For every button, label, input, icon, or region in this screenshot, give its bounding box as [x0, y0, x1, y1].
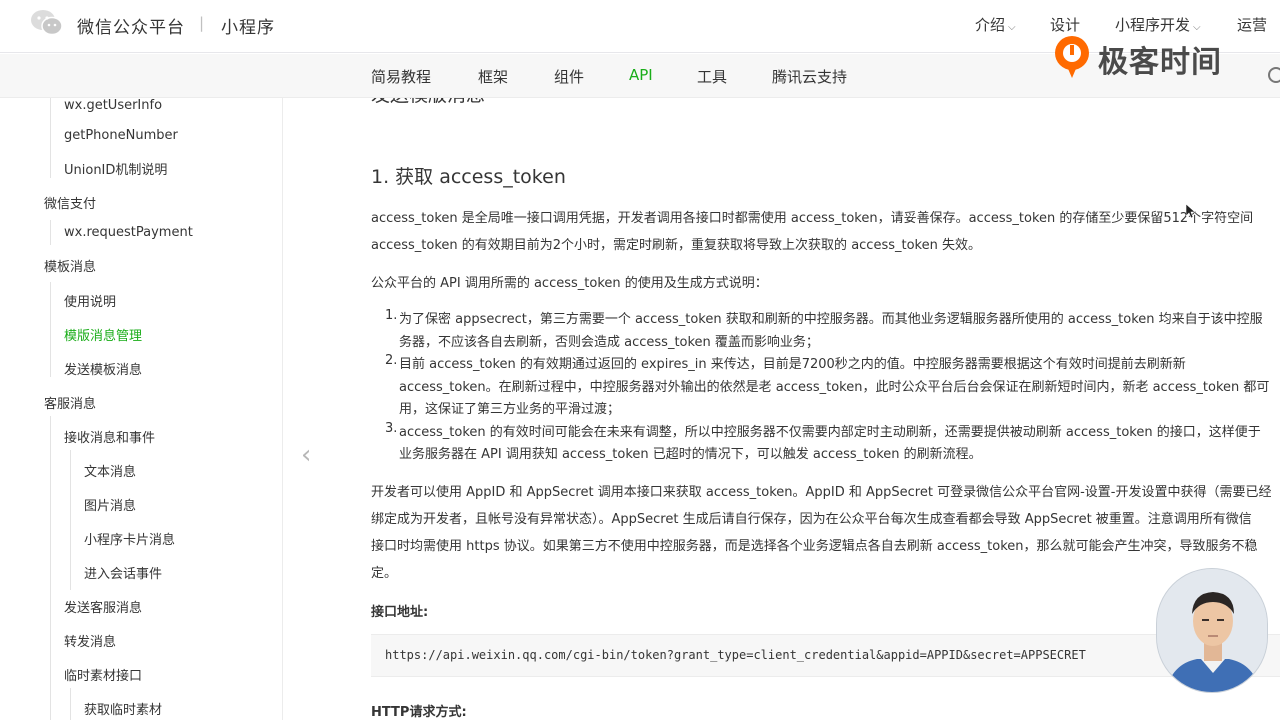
- list-number: 1.: [385, 308, 398, 323]
- list-item-line: 业务服务器在 API 调用获知 access_token 已超时的情况下，可以触…: [399, 447, 982, 462]
- endpoint-label: 接口地址:: [371, 605, 429, 620]
- paragraph-line: 开发者可以使用 AppID 和 AppSecret 调用本接口来获取 acces…: [371, 485, 1272, 500]
- product-title[interactable]: 小程序: [221, 13, 275, 38]
- topnav-intro[interactable]: 介绍 ⌵: [975, 14, 1016, 35]
- tree-line: [50, 98, 51, 178]
- paragraph-line: access_token 是全局唯一接口调用凭据，开发者调用各接口时都需使用 a…: [371, 211, 1254, 226]
- chevron-down-icon: ⌵: [1193, 22, 1201, 33]
- brand-title[interactable]: 微信公众平台: [77, 13, 185, 38]
- tab-components[interactable]: 组件: [554, 66, 584, 87]
- wechat-logo-icon[interactable]: [30, 9, 64, 37]
- chevron-left-icon[interactable]: ‹: [301, 440, 311, 470]
- sidebar-item-session-event[interactable]: 进入会话事件: [84, 563, 162, 582]
- tab-api[interactable]: API: [629, 66, 653, 84]
- mouse-cursor-icon: [1186, 204, 1196, 218]
- tree-line: [50, 220, 51, 245]
- sidebar-item-customer-message[interactable]: 客服消息: [44, 393, 96, 412]
- topnav-dev[interactable]: 小程序开发 ⌵: [1115, 14, 1201, 35]
- tree-line: [50, 416, 51, 720]
- sidebar-item-get-temp-media[interactable]: 获取临时素材: [84, 699, 162, 718]
- tree-line: [70, 450, 71, 590]
- topnav-operation[interactable]: 运营: [1237, 14, 1267, 35]
- method-label: HTTP请求方式:: [371, 705, 467, 720]
- list-number: 3.: [385, 421, 398, 436]
- list-item-line: access_token。在刷新过程中，中控服务器对外输出的依然是老 acces…: [399, 380, 1270, 395]
- code-block: https://api.weixin.qq.com/cgi-bin/token?…: [371, 634, 1280, 677]
- topnav-design[interactable]: 设计: [1050, 14, 1080, 35]
- paragraph-line: access_token 的有效期目前为2个小时，需定时刷新，重复获取将导致上次…: [371, 238, 981, 253]
- paragraph: 公众平台的 API 调用所需的 access_token 的使用及生成方式说明：: [371, 276, 768, 291]
- presenter-image: [1157, 569, 1267, 692]
- tab-framework[interactable]: 框架: [478, 66, 508, 87]
- topnav-intro-label: 介绍: [975, 16, 1006, 34]
- sidebar-item-template-manage[interactable]: 模版消息管理: [64, 325, 142, 344]
- list-number: 2.: [385, 353, 398, 368]
- sidebar-item-requestpayment[interactable]: wx.requestPayment: [64, 225, 193, 240]
- tab-tools[interactable]: 工具: [697, 66, 727, 87]
- paragraph-line: 接口时均需使用 https 协议。如果第三方不使用中控服务器，而是选择各个业务逻…: [371, 539, 1258, 554]
- sidebar-item-receive-events[interactable]: 接收消息和事件: [64, 427, 155, 446]
- section-heading: 1. 获取 access_token: [371, 166, 566, 188]
- sidebar: wx.getUserInfo getPhoneNumber UnionID机制说…: [0, 98, 283, 720]
- sidebar-item-send-template[interactable]: 发送模板消息: [64, 359, 142, 378]
- partial-heading: 发送模版消息: [371, 98, 485, 107]
- heading-clip: 发送模版消息: [371, 98, 1280, 108]
- watermark: 极客时间: [1052, 34, 1252, 80]
- sidebar-item-unionid[interactable]: UnionID机制说明: [64, 159, 167, 178]
- topnav-dev-label: 小程序开发: [1115, 16, 1191, 34]
- paragraph-line: 绑定成为开发者，且帐号没有异常状态）。AppSecret 生成后请自行保存，因为…: [371, 512, 1252, 527]
- sidebar-item-getuserinfo[interactable]: wx.getUserInfo: [64, 98, 162, 113]
- tree-line: [70, 688, 71, 720]
- tab-tutorial[interactable]: 简易教程: [371, 66, 431, 87]
- sidebar-item-card-message[interactable]: 小程序卡片消息: [84, 529, 175, 548]
- topnav-operation-label: 运营: [1237, 16, 1268, 34]
- endpoint-url[interactable]: https://api.weixin.qq.com/cgi-bin/token?…: [385, 648, 1086, 662]
- geektime-logo-icon: [1055, 36, 1089, 78]
- webcam-overlay: [1156, 568, 1268, 693]
- list-item-line: 目前 access_token 的有效期通过返回的 expires_in 来传达…: [399, 357, 1186, 372]
- chevron-down-icon: ⌵: [1008, 22, 1016, 33]
- sidebar-item-text-message[interactable]: 文本消息: [84, 461, 136, 480]
- sidebar-item-send-customer[interactable]: 发送客服消息: [64, 597, 142, 616]
- sidebar-item-forward[interactable]: 转发消息: [64, 631, 116, 650]
- list-item-line: 用，这保证了第三方业务的平滑过渡；: [399, 402, 621, 417]
- sidebar-item-getphonenumber[interactable]: getPhoneNumber: [64, 128, 178, 143]
- sidebar-item-image-message[interactable]: 图片消息: [84, 495, 136, 514]
- sidebar-item-usage[interactable]: 使用说明: [64, 291, 116, 310]
- tree-line: [50, 282, 51, 377]
- sidebar-item-template-message[interactable]: 模板消息: [44, 256, 96, 275]
- sidebar-item-temp-media[interactable]: 临时素材接口: [64, 665, 142, 684]
- brand-separator: |: [199, 14, 205, 32]
- topnav-design-label: 设计: [1050, 16, 1081, 34]
- sidebar-item-wechat-pay[interactable]: 微信支付: [44, 193, 96, 212]
- search-icon[interactable]: [1268, 67, 1280, 83]
- watermark-text: 极客时间: [1098, 45, 1222, 80]
- list-item-line: 务器，不应该各自去刷新，否则会造成 access_token 覆盖而影响业务；: [399, 335, 819, 350]
- paragraph-line: 定。: [371, 566, 398, 581]
- list-item-line: access_token 的有效时间可能会在未来有调整，所以中控服务器不仅需要内…: [399, 425, 1261, 440]
- tab-tencent-cloud[interactable]: 腾讯云支持: [772, 66, 847, 87]
- list-item-line: 为了保密 appsecrect，第三方需要一个 access_token 获取和…: [399, 312, 1263, 327]
